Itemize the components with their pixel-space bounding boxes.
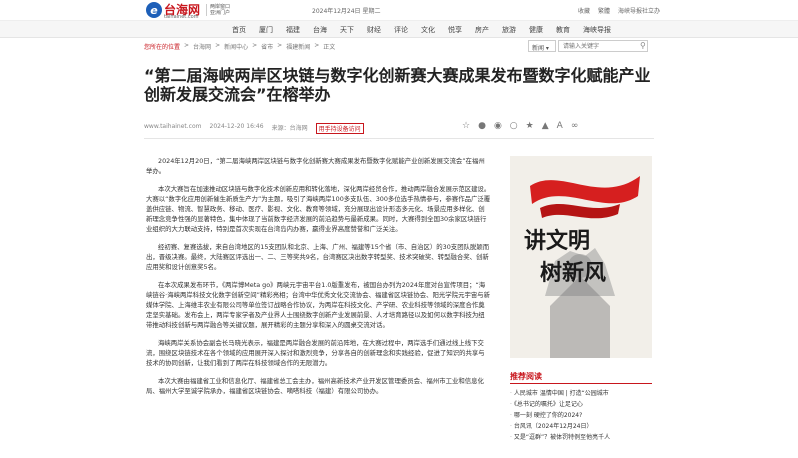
article-paragraph: 海峡两岸关系协会副会长马晓光表示，福建是两岸融合发展的前沿阵地，在大赛过程中，两… — [146, 339, 485, 367]
recommend-item[interactable]: 《总书记的嘱托》让足记心 — [510, 399, 652, 410]
search-category-select[interactable]: 新闻 ▾ — [528, 40, 556, 52]
recommend-divider — [510, 383, 652, 384]
nav-item[interactable]: 文化 — [421, 25, 435, 35]
meta-source-name[interactable]: 台海网 — [290, 125, 308, 132]
nav-item[interactable]: 房产 — [475, 25, 489, 35]
nav-item[interactable]: 旅游 — [502, 25, 516, 35]
breadcrumb-separator: > — [314, 42, 320, 49]
qzone-icon[interactable]: ★ — [526, 121, 534, 131]
slogan-line-2: 亚洲门户 — [210, 10, 231, 16]
article-paragraph: 本次大赛由福建省工业和信息化厅、福建省总工会主办，福州高新技术产业开发区管理委员… — [146, 377, 484, 395]
breadcrumb-item[interactable]: 福建新闻 — [286, 42, 310, 51]
recommend-title: 推荐阅读 — [510, 372, 542, 381]
title-divider — [144, 138, 654, 139]
main-nav: 首页 厦门 福建 台海 天下 财经 评论 文化 悦享 房产 旅游 健康 教育 海峡导报 — [0, 20, 798, 38]
share-toolbar: ☆ ● ◉ ○ ★ ▲ A ∞ — [462, 121, 578, 131]
nav-item[interactable]: 财经 — [367, 25, 381, 35]
article-paragraph: 2024年12月20日，“第二届海峡两岸区块链与数字化创新赛大赛成果发布暨数字化… — [146, 157, 485, 175]
breadcrumb: 您所在的位置 > 台海网 > 新闻中心 > 省市 > 福建新闻 > 正文 — [144, 42, 335, 51]
breadcrumb-item: 正文 — [323, 44, 336, 51]
nav-item[interactable]: 台海 — [313, 25, 327, 35]
publisher-link[interactable]: 海峡导报社立办 — [618, 6, 660, 15]
breadcrumb-item[interactable]: 省市 — [261, 42, 273, 51]
nav-item[interactable]: 首页 — [232, 25, 246, 35]
logo-e-icon: e — [146, 2, 162, 18]
meta-source-label: 来源： — [271, 125, 290, 132]
share-network-icon[interactable]: ☆ — [462, 121, 470, 131]
breadcrumb-item[interactable]: 新闻中心 — [224, 42, 248, 51]
current-date: 2024年12月24日 星期二 — [312, 8, 381, 15]
nav-item[interactable]: 厦门 — [259, 25, 273, 35]
nav-item[interactable]: 福建 — [286, 25, 300, 35]
qq-icon[interactable]: ○ — [510, 121, 518, 131]
ad-slogan-2: 树新风 — [540, 260, 606, 286]
meta-site-url[interactable]: www.taihainet.com — [144, 123, 202, 134]
breadcrumb-item: 您所在的位置 — [144, 44, 181, 51]
utility-links: 收藏 繁體 海峡导报社立办 — [578, 6, 660, 15]
thumbs-up-icon[interactable]: ▲ — [542, 121, 549, 131]
breadcrumb-separator: > — [252, 42, 258, 49]
search-icon[interactable]: ⚲ — [640, 41, 646, 50]
ad-slogan-1: 讲文明 — [524, 228, 590, 254]
article-title: “第二届海峡两岸区块链与数字化创新赛大赛成果发布暨数字化赋能产业创新发展交流会”… — [144, 66, 651, 104]
recommend-item[interactable]: 又是“逗群”？被体罚特例至他亮千人 — [510, 432, 652, 443]
article-body: 2024年12月20日，“第二届海峡两岸区块链与数字化创新赛大赛成果发布暨数字化… — [146, 156, 491, 404]
recommend-item[interactable]: 人民城市 温情中国 | 打造“公园城市 — [510, 388, 652, 399]
meta-datetime: 2024-12-20 16:46 — [209, 123, 264, 130]
recommend-list: 人民城市 温情中国 | 打造“公园城市《总书记的嘱托》让足记心哪一刻 硬控了你的… — [510, 388, 652, 443]
ad-illustration: 讲文明 树新风 — [510, 156, 652, 358]
nav-item[interactable]: 海峡导报 — [583, 25, 611, 35]
site-slogan: 两岸窗口 亚洲门户 — [206, 4, 232, 16]
breadcrumb-item[interactable]: 台海网 — [193, 42, 211, 51]
weibo-icon[interactable]: ◉ — [494, 121, 502, 131]
article-meta: www.taihainet.com 2024-12-20 16:46 来源：台海… — [144, 123, 364, 134]
search-input[interactable] — [558, 40, 648, 52]
article-paragraph: 本次大赛旨在加速推动区块链与数字化技术创新应用和转化落地，深化两岸经贸合作，推动… — [146, 185, 491, 233]
nav-item[interactable]: 教育 — [556, 25, 570, 35]
article-paragraph: 在本次成果发布环节，《两岸博Meta go》两峡元宇宙平台1.0版重发布，被国台… — [146, 281, 491, 329]
font-size-icon[interactable]: A — [557, 121, 563, 131]
link-icon[interactable]: ∞ — [571, 121, 579, 131]
favorite-link[interactable]: 收藏 — [578, 6, 590, 15]
breadcrumb-separator: > — [277, 42, 283, 49]
site-logo[interactable]: e 台海网 taihainet.com 两岸窗口 亚洲门户 — [146, 2, 232, 20]
nav-item[interactable]: 健康 — [529, 25, 543, 35]
nav-item[interactable]: 评论 — [394, 25, 408, 35]
breadcrumb-separator: > — [184, 42, 190, 49]
top-utility-bar: e 台海网 taihainet.com 两岸窗口 亚洲门户 2024年12月24… — [0, 0, 798, 20]
mobile-access-link[interactable]: 用手持设备访问 — [315, 123, 364, 134]
civility-ad-banner[interactable]: 讲文明 树新风 — [510, 156, 652, 358]
article-paragraph: 经初赛、复赛选拔，来自台湾地区的15支团队和北京、上海、广州、福建等15个省（市… — [146, 243, 490, 271]
breadcrumb-separator: > — [215, 42, 221, 49]
nav-item[interactable]: 天下 — [340, 25, 354, 35]
nav-item[interactable]: 悦享 — [448, 25, 462, 35]
traditional-chinese-link[interactable]: 繁體 — [598, 6, 610, 15]
recommend-item[interactable]: 哪一刻 硬控了你的2024? — [510, 410, 652, 421]
recommend-item[interactable]: 台风讯（2024年12月24日） — [510, 421, 652, 432]
wechat-icon[interactable]: ● — [478, 121, 486, 131]
search-category-label: 新闻 — [532, 45, 545, 52]
